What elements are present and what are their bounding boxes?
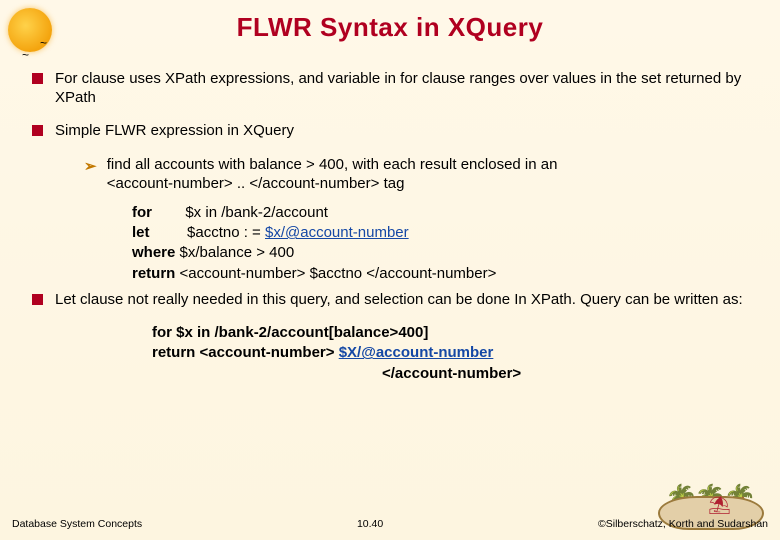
footer-right: ©Silberschatz, Korth and Sudarshan (598, 518, 768, 530)
code-line: return <account-number> $acctno </accoun… (132, 264, 752, 284)
arrow-bullet-icon: ➢ (84, 157, 97, 176)
code-keyword: return (132, 265, 175, 282)
square-bullet-icon (32, 125, 43, 136)
code-keyword: in (205, 204, 217, 221)
slide-title: FLWR Syntax in XQuery (0, 0, 780, 43)
code-keyword: where (132, 244, 175, 261)
code-keyword: let (132, 224, 150, 241)
code-line: return <account-number> $X/@account-numb… (152, 343, 752, 363)
square-bullet-icon (32, 73, 43, 84)
sub-bullet: ➢ find all accounts with balance > 400, … (84, 155, 752, 193)
code-block: for $x in /bank-2/account[balance>400] r… (152, 323, 752, 384)
bullet-text: Let clause not really needed in this que… (55, 290, 752, 309)
bullet-item: Simple FLWR expression in XQuery (32, 121, 752, 140)
code-text: <account-number> $acctno </account-numbe… (175, 265, 496, 282)
square-bullet-icon (32, 294, 43, 305)
code-line: where $x/balance > 400 (132, 243, 752, 263)
bird-icon: ~ (40, 36, 47, 50)
code-link: $X/@account-number (339, 344, 494, 361)
code-text: return <account-number> (152, 344, 339, 361)
sub-bullet-text: find all accounts with balance > 400, wi… (107, 155, 558, 193)
bullet-item: For clause uses XPath expressions, and v… (32, 69, 752, 107)
umbrella-icon: ⛱ (708, 495, 731, 516)
sun-logo: ~ ~ (6, 6, 64, 64)
footer-center: 10.40 (357, 518, 383, 530)
slide-footer: Database System Concepts 10.40 ©Silbersc… (0, 518, 780, 530)
slide-content: For clause uses XPath expressions, and v… (0, 43, 780, 384)
code-line: for $x in /bank-2/account (132, 203, 752, 223)
code-text: $acctno : = (150, 224, 265, 241)
code-link: $x/@account-number (265, 224, 409, 241)
bullet-text: Simple FLWR expression in XQuery (55, 121, 752, 140)
code-text: $x (152, 204, 205, 221)
bird-icon: ~ (22, 48, 29, 62)
bullet-item: Let clause not really needed in this que… (32, 290, 752, 309)
code-line: for $x in /bank-2/account[balance>400] (152, 323, 752, 343)
code-text: /bank-2/account (217, 204, 328, 221)
footer-left: Database System Concepts (12, 518, 142, 530)
code-keyword: for (132, 204, 152, 221)
code-line: let $acctno : = $x/@account-number (132, 223, 752, 243)
code-text: $x/balance > 400 (175, 244, 294, 261)
sub-line: find all accounts with balance > 400, wi… (107, 156, 558, 173)
code-block: for $x in /bank-2/account let $acctno : … (132, 203, 752, 284)
sub-line: <account-number> .. </account-number> ta… (107, 175, 405, 192)
code-line: </account-number> (152, 364, 752, 384)
bullet-text: For clause uses XPath expressions, and v… (55, 69, 752, 107)
